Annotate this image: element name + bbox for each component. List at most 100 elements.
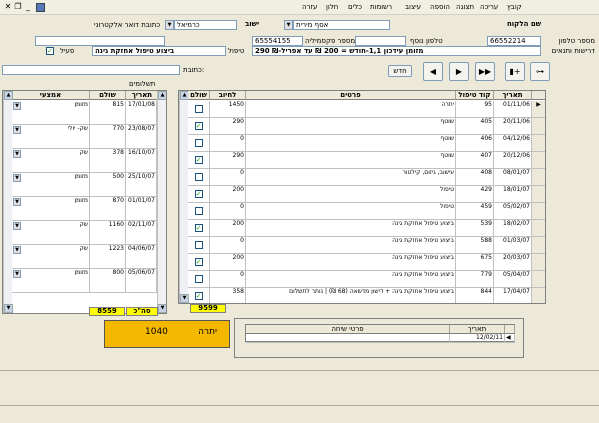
treatment-charge-cell[interactable]: 0 <box>210 203 246 220</box>
payment-date-cell[interactable]: 01/01/07 <box>126 197 157 221</box>
treatment-date-cell[interactable]: 18/01/07 <box>494 186 532 203</box>
payment-date-cell[interactable]: 25/10/07 <box>126 173 157 197</box>
active-checkbox[interactable]: ✓ <box>46 47 54 55</box>
extra-phone-field[interactable] <box>355 36 406 46</box>
treatment-paid-checkbox[interactable]: ✓ <box>194 190 203 198</box>
menu-edit[interactable]: עריכה <box>480 3 498 11</box>
payment-date-cell[interactable]: 04/06/07 <box>126 245 157 269</box>
requirements-field[interactable]: 290 ₪-מזומן עידכון 1,1-חודש = 200 ₪ עד א… <box>252 46 541 56</box>
minimize-icon[interactable]: _ <box>23 2 33 12</box>
menu-tools[interactable]: כלים <box>348 3 362 11</box>
payment-amount-cell[interactable]: 800 <box>90 269 126 293</box>
payments-scrollbar[interactable]: ▲ ▼ <box>157 91 166 313</box>
treatment-date-cell[interactable]: 20/03/07 <box>494 254 532 271</box>
next-record-button[interactable]: ▶▶ <box>475 62 495 81</box>
treatment-paid-checkbox[interactable]: ✓ <box>194 156 203 164</box>
treatment-code-cell[interactable]: 779 <box>456 271 494 288</box>
payment-means-cell[interactable]: שק <box>12 245 90 269</box>
customer-name-field[interactable]: אסף מירית <box>293 20 390 30</box>
phone-field[interactable]: 66552214 <box>487 36 541 46</box>
payment-means-dropdown-button[interactable]: ▼ <box>13 174 21 182</box>
treatment-code-cell[interactable]: 407 <box>456 152 494 169</box>
treatment-date-cell[interactable]: 04/12/06 <box>494 135 532 152</box>
payment-date-cell[interactable]: 16/10/07 <box>126 149 157 173</box>
menu-insert[interactable]: הוספה <box>430 3 450 11</box>
treatment-paid-checkbox[interactable] <box>194 173 203 181</box>
pay-scroll-down-icon[interactable]: ▼ <box>158 304 166 313</box>
treatment-paid-checkbox[interactable] <box>194 207 203 215</box>
treatment-date-cell[interactable]: 17/04/07 <box>494 288 532 303</box>
treatment-details-cell[interactable]: שוטף <box>246 118 456 135</box>
treatment-paid-checkbox[interactable] <box>194 139 203 147</box>
payment-amount-cell[interactable]: 1223 <box>90 245 126 269</box>
menu-records[interactable]: רשומות <box>370 3 392 11</box>
payment-date-cell[interactable]: 17/01/08 <box>126 101 157 125</box>
prev-record-button[interactable]: ▶ <box>449 62 469 81</box>
treatment-paid-checkbox[interactable]: ✓ <box>194 292 203 300</box>
payment-means-dropdown-button[interactable]: ▼ <box>13 150 21 158</box>
payment-means-cell[interactable]: מזומן <box>12 173 90 197</box>
new-button[interactable]: חדש <box>388 65 412 77</box>
pay-left-scroll-up-icon[interactable]: ▲ <box>4 91 13 100</box>
treatment-charge-cell[interactable]: 290 <box>210 152 246 169</box>
treatment-details-cell[interactable]: ביצוע טיפול אחזקת גינה <box>246 271 456 288</box>
treatment-details-cell[interactable]: טיפול <box>246 203 456 220</box>
treatment-paid-checkbox[interactable] <box>194 241 203 249</box>
treatment-details-cell[interactable]: יתרה <box>246 101 456 118</box>
row-selector[interactable]: ▶ <box>532 101 545 118</box>
treatment-paid-checkbox[interactable]: ✓ <box>194 122 203 130</box>
treatment-code-cell[interactable]: 588 <box>456 237 494 254</box>
payment-amount-cell[interactable]: 378 <box>90 149 126 173</box>
treatment-code-cell[interactable]: 539 <box>456 220 494 237</box>
row-selector[interactable] <box>532 152 545 169</box>
treatment-details-cell[interactable]: ביצוע טיפול אחזקת גינה <box>246 237 456 254</box>
treatment-date-cell[interactable]: 20/12/06 <box>494 152 532 169</box>
treatment-charge-cell[interactable]: 0 <box>210 135 246 152</box>
row-selector[interactable] <box>532 186 545 203</box>
treatment-details-cell[interactable]: שוטף <box>246 152 456 169</box>
treatment-date-cell[interactable]: 01/11/06 <box>494 101 532 118</box>
treatment-paid-checkbox[interactable] <box>194 275 203 283</box>
treatment-code-cell[interactable]: 405 <box>456 118 494 135</box>
payment-means-dropdown-button[interactable]: ▼ <box>13 246 21 254</box>
treatment-details-cell[interactable]: עישוב, גיזום, קילטור <box>246 169 456 186</box>
treatment-code-cell[interactable]: 408 <box>456 169 494 186</box>
payment-means-cell[interactable]: מזומן <box>12 269 90 293</box>
treatment-details-cell[interactable]: שוטף <box>246 135 456 152</box>
menu-help[interactable]: עזרה <box>302 3 317 11</box>
treatment-code-cell[interactable]: 429 <box>456 186 494 203</box>
treatment-charge-cell[interactable]: 0 <box>210 271 246 288</box>
treatment-charge-cell[interactable]: 0 <box>210 169 246 186</box>
payment-date-cell[interactable]: 05/06/07 <box>126 269 157 293</box>
payment-means-dropdown-button[interactable]: ▼ <box>13 222 21 230</box>
pay-scroll-up-icon[interactable]: ▲ <box>158 91 166 100</box>
treatment-paid-checkbox[interactable]: ✓ <box>194 224 203 232</box>
menu-window[interactable]: חלון <box>326 3 338 11</box>
email-field[interactable] <box>35 36 165 46</box>
menu-file[interactable]: קובץ <box>507 3 522 11</box>
row-selector[interactable] <box>532 254 545 271</box>
treatment-code-cell[interactable]: 675 <box>456 254 494 271</box>
payment-amount-cell[interactable]: 500 <box>90 173 126 197</box>
fax-field[interactable]: 65554155 <box>252 36 303 46</box>
city-field[interactable]: כרמיאל <box>174 20 237 30</box>
row-selector[interactable] <box>532 271 545 288</box>
payment-means-dropdown-button[interactable]: ▼ <box>13 126 21 134</box>
payment-means-dropdown-button[interactable]: ▼ <box>13 270 21 278</box>
treatment-charge-cell[interactable]: 200 <box>210 254 246 271</box>
treatment-charge-cell[interactable]: 0 <box>210 237 246 254</box>
payment-means-cell[interactable]: מזומן <box>12 197 90 221</box>
call-date-cell[interactable]: 12/02/11 <box>450 334 505 343</box>
row-selector[interactable] <box>532 288 545 303</box>
payment-means-cell[interactable]: שק <box>12 149 90 173</box>
payment-date-cell[interactable]: 02/11/07 <box>126 221 157 245</box>
treatment-charge-cell[interactable]: 358 <box>210 288 246 303</box>
payment-means-cell[interactable]: שק <box>12 221 90 245</box>
pay-left-scroll-down-icon[interactable]: ▼ <box>4 304 13 313</box>
treatment-date-cell[interactable]: 05/02/07 <box>494 203 532 220</box>
treatment-date-cell[interactable]: 18/02/07 <box>494 220 532 237</box>
treatment-details-cell[interactable]: ביצוע טיפול אחזקת גינה <box>246 220 456 237</box>
customer-dropdown-button[interactable]: ▼ <box>284 20 293 30</box>
treatment-charge-cell[interactable]: 200 <box>210 220 246 237</box>
treatment-charge-cell[interactable]: 200 <box>210 186 246 203</box>
